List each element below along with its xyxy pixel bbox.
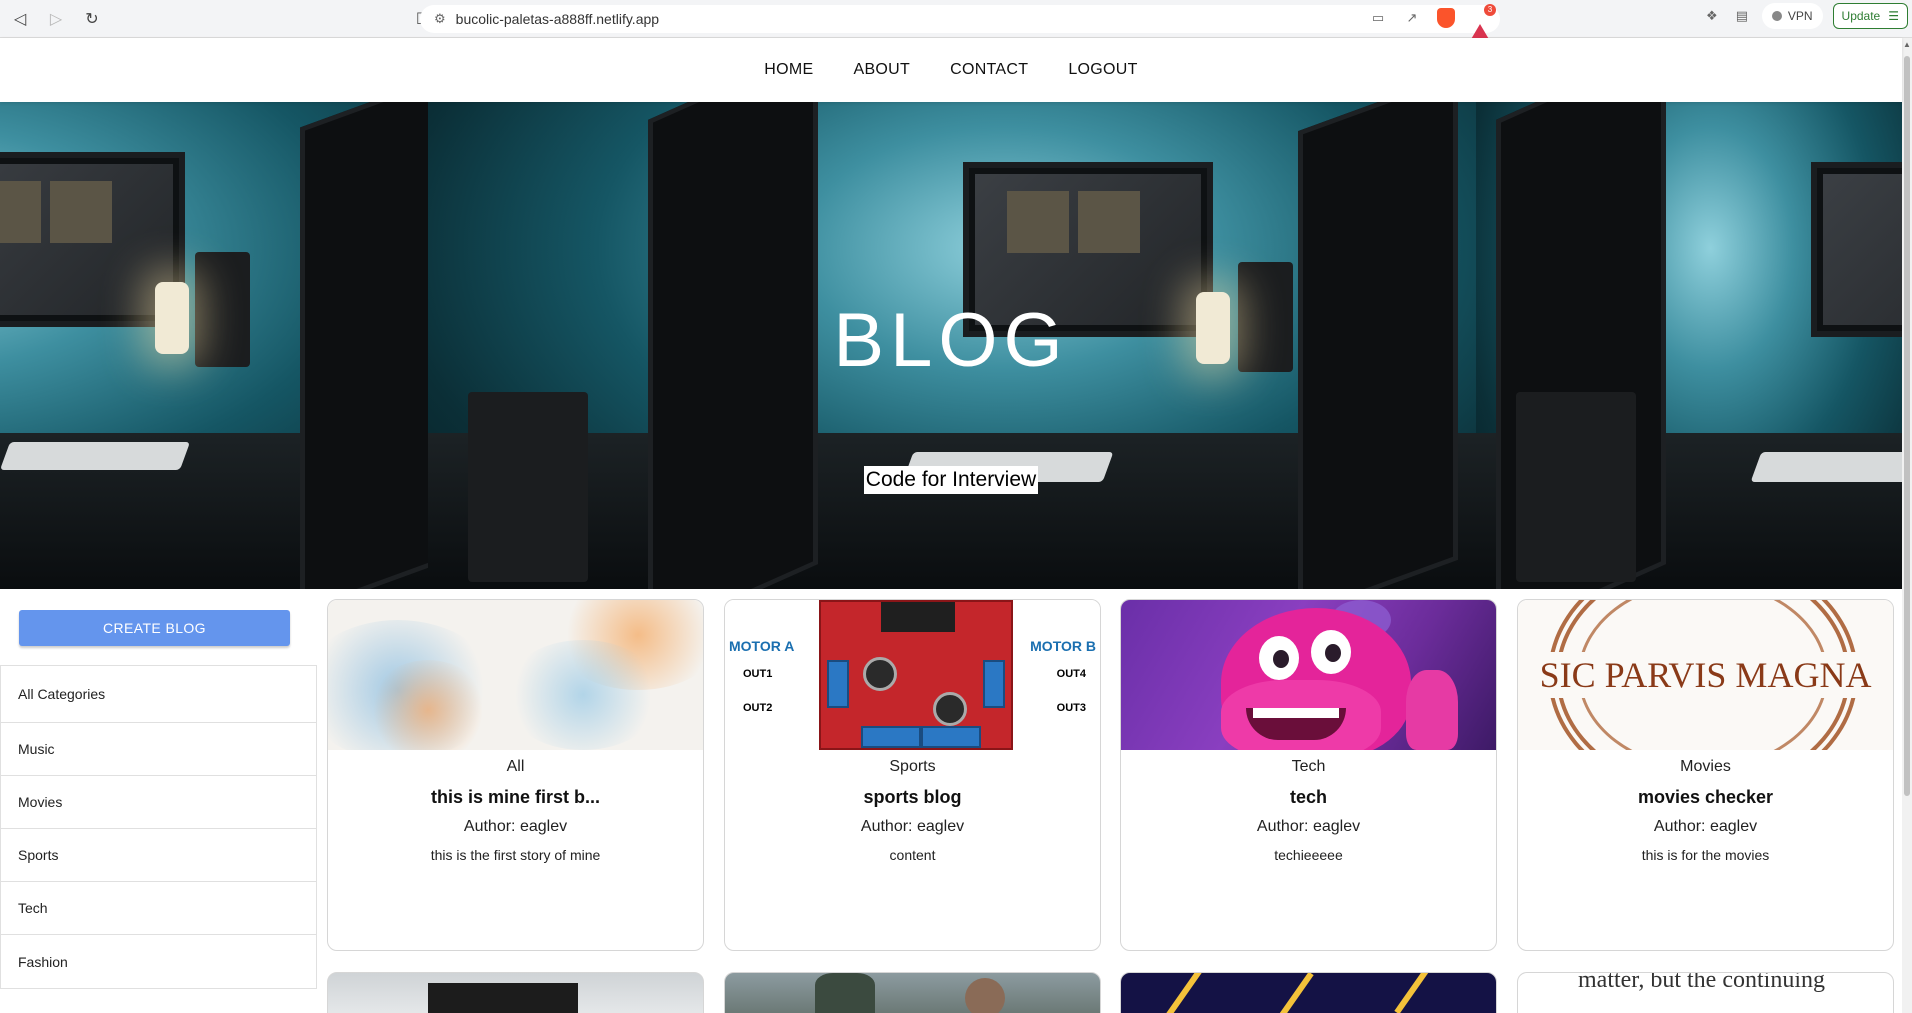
post-image-pink-dragon [1121,600,1496,750]
site-navbar: HOME ABOUT CONTACT LOGOUT [0,38,1902,102]
scrollbar-thumb[interactable] [1904,56,1910,796]
post-description: this is for the movies [1641,847,1770,863]
category-item-movies[interactable]: Movies [1,776,316,829]
post-image-seal: SIC PARVIS MAGNA [1518,600,1893,750]
post-category: Movies [1680,758,1731,775]
category-list: All Categories Music Movies Sports Tech … [0,665,317,989]
vpn-label: VPN [1787,9,1813,23]
hero-title: BLOG [833,298,1069,383]
post-image-watercolor [328,600,703,750]
vpn-button[interactable]: VPN [1761,3,1823,29]
reload-icon[interactable]: ↻ [76,3,108,35]
brave-rewards-icon[interactable]: 3 [1470,4,1496,41]
rewards-badge: 3 [1484,4,1496,16]
cast-icon[interactable]: ▭ [1368,8,1388,28]
out4-label: OUT4 [1056,668,1086,680]
create-blog-button[interactable]: CREATE BLOG [19,610,290,646]
post-author: Author: eaglev [463,818,568,835]
out2-label: OUT2 [743,702,773,714]
post-author: Author: eaglev [1256,818,1361,835]
menu-icon[interactable]: ☰ [1888,9,1899,23]
category-item-all[interactable]: All Categories [1,666,316,723]
post-category: All [506,758,525,775]
update-button[interactable]: Update ☰ [1832,3,1908,29]
page-scrollbar[interactable]: ▲ [1902,38,1912,1013]
url-text: bucolic-paletas-a888ff.netlify.app [455,11,660,27]
post-description: content [889,847,936,863]
motor-b-label: MOTOR B [1030,638,1096,654]
post-card[interactable]: MOTOR A MOTOR B OUT1 OUT2 OUT3 OUT4 Spor… [724,599,1101,951]
category-item-tech[interactable]: Tech [1,882,316,935]
brave-shields-icon[interactable] [1436,8,1456,28]
post-category: Tech [1291,758,1326,775]
post-description: this is the first story of mine [430,847,601,863]
address-bar[interactable]: ⚙ bucolic-paletas-a888ff.netlify.app ▭ ↗… [420,4,1500,41]
back-icon[interactable]: ◁ [4,3,36,35]
hero-banner: BLOG Code for Interview [0,102,1902,589]
post-title: tech [1289,787,1327,807]
share-icon[interactable]: ↗ [1402,8,1422,28]
forward-icon[interactable]: ▷ [40,3,72,35]
nav-contact-link[interactable]: CONTACT [950,61,1028,79]
browser-toolbar: ◁ ▷ ↻ ☐ ⚙ bucolic-paletas-a888ff.netlify… [0,0,1912,41]
post-card-partial[interactable] [724,972,1101,1013]
motor-a-label: MOTOR A [729,638,795,654]
post-title: sports blog [863,787,962,807]
post-card-partial[interactable] [327,972,704,1013]
partial-card-text: matter, but the continuing [1578,972,1825,993]
nav-home-link[interactable]: HOME [764,61,813,79]
category-item-fashion[interactable]: Fashion [1,935,316,988]
vpn-status-icon [1771,11,1782,21]
post-description: techieeeee [1274,847,1343,863]
scroll-up-icon[interactable]: ▲ [1902,38,1912,52]
post-card[interactable]: SIC PARVIS MAGNA Movies movies checker A… [1517,599,1894,951]
post-card-partial[interactable]: matter, but the continuing [1517,972,1894,1013]
post-author: Author: eaglev [860,818,965,835]
post-card-partial[interactable] [1120,972,1497,1013]
extensions-icon[interactable]: ❖ [1702,6,1722,26]
nav-logout-link[interactable]: LOGOUT [1068,61,1137,79]
post-card[interactable]: Tech tech Author: eaglev techieeeee [1120,599,1497,951]
post-title: movies checker [1637,787,1774,807]
site-settings-icon[interactable]: ⚙ [434,11,446,27]
update-label: Update [1841,9,1881,23]
post-card[interactable]: All this is mine first b... Author: eagl… [327,599,704,951]
category-item-music[interactable]: Music [1,723,316,776]
post-category: Sports [889,758,936,775]
out1-label: OUT1 [743,668,773,680]
category-item-sports[interactable]: Sports [1,829,316,882]
nav-about-link[interactable]: ABOUT [853,61,910,79]
post-title: this is mine first b... [430,787,601,807]
wallet-icon[interactable]: ▤ [1732,6,1752,26]
post-author: Author: eaglev [1653,818,1758,835]
seal-text: SIC PARVIS MAGNA [1518,652,1893,698]
post-image-motor-board: MOTOR A MOTOR B OUT1 OUT2 OUT3 OUT4 [725,600,1100,750]
hero-subtitle: Code for Interview [863,466,1039,494]
out3-label: OUT3 [1056,702,1086,714]
